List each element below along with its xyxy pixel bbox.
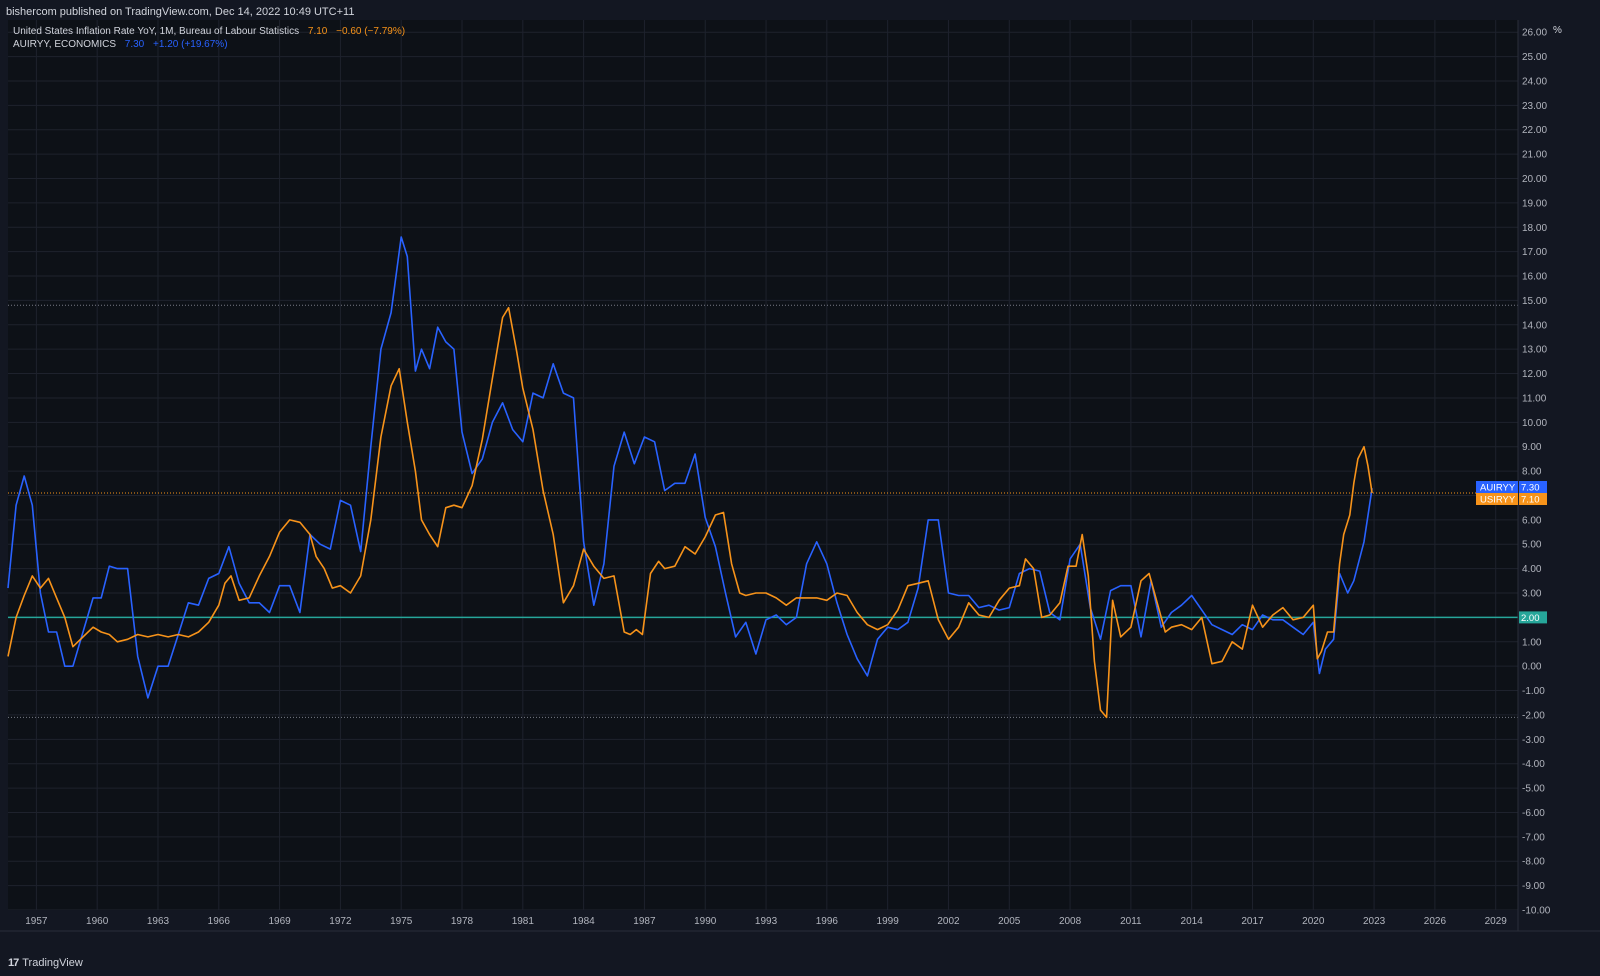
- x-tick-label: 2005: [998, 916, 1021, 927]
- y-tick-label: 4.00: [1522, 564, 1542, 575]
- series-last-price-auiryy: 7.30: [1521, 483, 1540, 494]
- x-tick-label: 2020: [1302, 916, 1325, 927]
- series-last-price-usiryy: 7.10: [1521, 495, 1540, 506]
- x-tick-label: 2002: [937, 916, 960, 927]
- legend-au-change: +1.20 (+19.67%): [153, 39, 228, 50]
- y-tick-label: 26.00: [1522, 28, 1547, 39]
- y-tick-label: 11.00: [1522, 393, 1547, 404]
- x-tick-label: 1993: [755, 916, 778, 927]
- price-chart[interactable]: % 26.00 25.00 24.00 23.00 22.00 21.00 20.00 19.…: [0, 0, 1600, 976]
- legend-row-au[interactable]: AUIRYY, ECONOMICS 7.30 +1.20 (+19.67%): [13, 39, 234, 50]
- y-tick-label: 19.00: [1522, 198, 1547, 209]
- x-tick-label: 2014: [1181, 916, 1204, 927]
- footer-brand[interactable]: 17 TradingView: [8, 957, 83, 969]
- y-tick-label: 5.00: [1522, 540, 1542, 551]
- x-tick-label: 2026: [1424, 916, 1447, 927]
- y-tick-label: 8.00: [1522, 467, 1542, 478]
- x-tick-label: 1996: [816, 916, 839, 927]
- y-tick-label: 16.00: [1522, 272, 1547, 283]
- y-tick-label: 21.00: [1522, 150, 1547, 161]
- y-tick-label: -1.00: [1522, 686, 1545, 697]
- y-tick-label: -2.00: [1522, 710, 1545, 721]
- plot-area: [8, 20, 1518, 931]
- x-tick-label: 1987: [633, 916, 656, 927]
- x-tick-label: 1975: [390, 916, 413, 927]
- x-tick-label: 1981: [512, 916, 535, 927]
- x-tick-label: 1969: [268, 916, 291, 927]
- y-tick-label: 14.00: [1522, 320, 1547, 331]
- y-tick-label: 17.00: [1522, 247, 1547, 258]
- x-tick-label: 1984: [572, 916, 595, 927]
- y-tick-label: 22.00: [1522, 125, 1547, 136]
- y-tick-label: 1.00: [1522, 637, 1542, 648]
- y-tick-label: 24.00: [1522, 76, 1547, 87]
- legend-row-us[interactable]: United States Inflation Rate YoY, 1M, Bu…: [13, 26, 411, 37]
- x-tick-label: 2029: [1485, 916, 1508, 927]
- x-tick-label: 1990: [694, 916, 717, 927]
- y-tick-label: 10.00: [1522, 418, 1547, 429]
- x-tick-label: 2011: [1120, 916, 1142, 927]
- y-tick-label: 12.00: [1522, 369, 1547, 380]
- x-tick-label: 1957: [25, 916, 48, 927]
- price-axis-unit: %: [1553, 25, 1562, 36]
- legend-us-value: 7.10: [307, 26, 328, 37]
- x-tick-label: 1978: [451, 916, 474, 927]
- legend-au-name: AUIRYY, ECONOMICS: [13, 39, 116, 50]
- y-tick-label: 23.00: [1522, 101, 1547, 112]
- y-tick-label: -3.00: [1522, 735, 1545, 746]
- legend-us-name: United States Inflation Rate YoY, 1M, Bu…: [13, 26, 300, 37]
- x-tick-label: 1972: [329, 916, 352, 927]
- y-tick-label: -6.00: [1522, 808, 1545, 819]
- y-tick-label: -4.00: [1522, 759, 1545, 770]
- x-tick-label: 2023: [1363, 916, 1386, 927]
- series-tag-usiryy: USIRYY: [1480, 495, 1516, 506]
- target-price-label: 2.00: [1521, 613, 1540, 624]
- y-tick-label: 3.00: [1522, 589, 1542, 600]
- x-tick-label: 1966: [208, 916, 231, 927]
- x-tick-label: 2008: [1059, 916, 1082, 927]
- legend-us-change: −0.60 (−7.79%): [336, 26, 406, 37]
- y-tick-label: 9.00: [1522, 442, 1542, 453]
- y-tick-label: 25.00: [1522, 52, 1547, 63]
- series-tag-auiryy: AUIRYY: [1480, 483, 1516, 494]
- y-tick-label: -5.00: [1522, 784, 1545, 795]
- x-tick-label: 1963: [147, 916, 170, 927]
- x-tick-label: 2017: [1241, 916, 1264, 927]
- legend-au-value: 7.30: [124, 39, 145, 50]
- chart-screen: bishercom published on TradingView.com, …: [0, 0, 1600, 976]
- footer-brand-text: TradingView: [22, 957, 83, 969]
- y-tick-label: 13.00: [1522, 345, 1547, 356]
- x-tick-label: 1960: [86, 916, 109, 927]
- y-tick-label: 18.00: [1522, 223, 1547, 234]
- y-tick-label: 0.00: [1522, 662, 1542, 673]
- y-tick-label: -7.00: [1522, 832, 1545, 843]
- x-tick-label: 1999: [877, 916, 900, 927]
- y-tick-label: -9.00: [1522, 881, 1545, 892]
- y-tick-label: -10.00: [1522, 906, 1551, 917]
- y-tick-label: 6.00: [1522, 515, 1542, 526]
- y-tick-label: 15.00: [1522, 296, 1547, 307]
- y-tick-label: 20.00: [1522, 174, 1547, 185]
- tradingview-logo-icon: 17: [8, 957, 19, 969]
- y-tick-label: -8.00: [1522, 857, 1545, 868]
